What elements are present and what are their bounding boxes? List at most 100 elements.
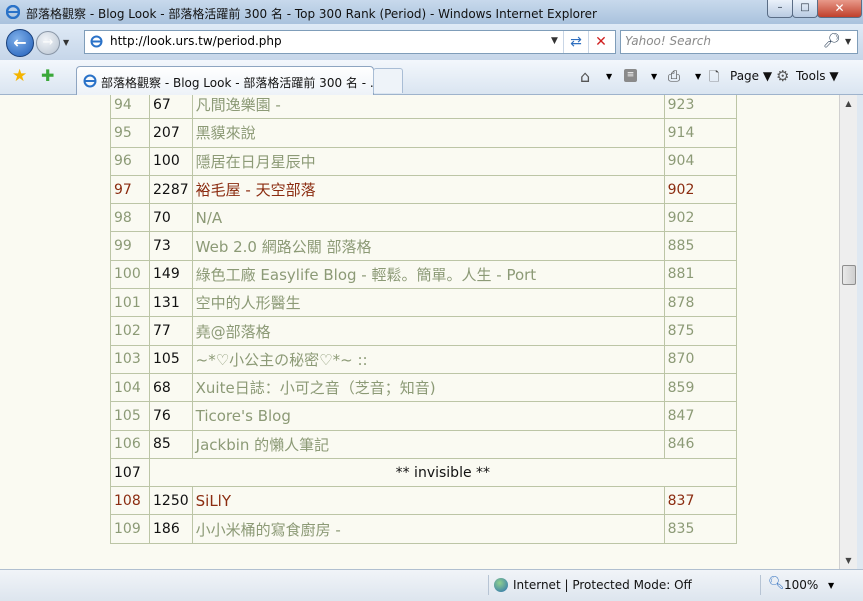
rank-cell: 96 (110, 146, 150, 176)
score-cell: 875 (663, 316, 737, 346)
rank-cell: 107 (110, 457, 150, 488)
blog-name-link[interactable]: 隱居在日月星辰中 (191, 146, 665, 176)
favorites-star-icon[interactable]: ★ (12, 66, 27, 86)
score-cell: 859 (663, 372, 737, 403)
url-text[interactable]: http://look.urs.tw/period.php (110, 34, 282, 48)
blog-name-link[interactable]: 裕毛屋 - 天空部落 (191, 174, 665, 205)
blog-name-link[interactable]: Ticore's Blog (191, 401, 665, 431)
blog-name-link[interactable]: 空中的人形醫生 (191, 288, 665, 318)
home-dropdown-icon[interactable]: ▼ (606, 72, 612, 81)
ie-logo-icon (6, 5, 20, 19)
spacer-cell (736, 430, 744, 459)
spacer-cell (736, 514, 744, 544)
spacer-cell (736, 458, 744, 487)
table-row: 97 2287 裕毛屋 - 天空部落 902 (110, 174, 744, 205)
rank-cell: 108 (110, 486, 150, 516)
home-icon[interactable]: ⌂ (580, 67, 590, 86)
table-row: 100 149 綠色工廠 Easylife Blog - 輕鬆。簡單。人生 - Po… (110, 259, 744, 290)
search-icon[interactable]: 🔎︎ (823, 33, 841, 49)
spacer-cell (736, 118, 744, 148)
address-bar[interactable]: http://look.urs.tw/period.php ▼ ⇄ ✕ (84, 30, 616, 54)
previous-rank-cell: 70 (149, 203, 193, 233)
minimize-button[interactable]: – (767, 0, 793, 18)
table-row: 98 70 N/A 902 (110, 203, 744, 233)
blog-name-link[interactable]: SiLlY (191, 486, 665, 516)
blog-name-link[interactable]: N/A (191, 203, 665, 233)
previous-rank-cell: 100 (149, 146, 193, 176)
scroll-thumb[interactable] (842, 265, 856, 285)
maximize-button[interactable]: □ (792, 0, 818, 18)
table-row: 107 ** invisible ** (110, 457, 744, 488)
forward-button[interactable]: → (36, 31, 60, 55)
blog-name-link[interactable]: Web 2.0 網路公關 部落格 (191, 231, 665, 261)
blog-name-link[interactable]: ~*♡小公主の秘密♡*~ :: (191, 344, 665, 374)
recent-pages-dropdown-icon[interactable]: ▼ (63, 38, 69, 47)
address-dropdown-icon[interactable]: ▼ (551, 36, 558, 46)
search-input[interactable] (625, 33, 820, 49)
table-row: 103 105 ~*♡小公主の秘密♡*~ :: 870 (110, 344, 744, 374)
score-cell: 902 (663, 174, 737, 205)
table-row: 108 1250 SiLlY 837 (110, 486, 744, 516)
spacer-cell (736, 373, 744, 402)
close-button[interactable]: ✕ (817, 0, 862, 18)
score-cell: 837 (663, 486, 737, 516)
zoom-level[interactable]: 100% (784, 578, 818, 592)
feeds-icon[interactable]: ≡ (624, 69, 637, 82)
spacer-cell (736, 316, 744, 346)
tools-menu-label: Tools (796, 69, 826, 83)
rank-cell: 102 (110, 316, 150, 346)
previous-rank-cell: 1250 (149, 486, 193, 516)
tab-bar: ★ ✚ 部落格觀察 - Blog Look - 部落格活躍前 300 名 - .… (0, 60, 863, 95)
blog-name-link[interactable]: 綠色工廠 Easylife Blog - 輕鬆。簡單。人生 - Port (191, 259, 665, 290)
new-tab-button[interactable] (373, 68, 403, 93)
print-dropdown-icon[interactable]: ▼ (695, 72, 701, 81)
page-content: 94 67 凡間逸樂園 -923 95 207 黑貘來說 914 96 100 隱居在日月星辰中 9… (0, 95, 839, 569)
table-row: 106 85 Jackbin 的懶人筆記 846 (110, 429, 744, 459)
status-divider (488, 575, 489, 595)
blog-name-link[interactable]: 凡間逸樂園 - (191, 95, 665, 120)
previous-rank-cell: 77 (149, 316, 193, 346)
blog-name-link[interactable]: Jackbin 的懶人筆記 (191, 429, 665, 459)
table-row: 102 77 堯@部落格 875 (110, 316, 744, 346)
rank-cell: 104 (110, 372, 150, 403)
print-icon[interactable]: ⎙ (668, 67, 680, 85)
gear-icon: ⚙ (776, 67, 790, 85)
previous-rank-cell: 105 (149, 344, 193, 374)
blog-name-link[interactable]: 黑貘來說 (191, 118, 665, 148)
add-favorites-icon[interactable]: ✚ (41, 66, 54, 85)
score-cell: 914 (663, 118, 737, 148)
score-cell: 902 (663, 203, 737, 233)
blog-name-link[interactable]: 小小米桶的寫食廚房 - (191, 514, 665, 544)
search-box[interactable]: 🔎︎ ▼ (620, 30, 858, 54)
previous-rank-cell: 207 (149, 118, 193, 148)
score-cell: 835 (663, 514, 737, 544)
back-button[interactable]: ← (6, 29, 34, 57)
zoom-icon[interactable]: 🔍︎ (768, 576, 785, 591)
score-cell: 847 (663, 401, 737, 431)
title-bar: 部落格觀察 - Blog Look - 部落格活躍前 300 名 - Top 3… (0, 0, 863, 24)
feeds-dropdown-icon[interactable]: ▼ (651, 72, 657, 81)
stop-icon[interactable]: ✕ (588, 31, 613, 53)
tab-active[interactable]: 部落格觀察 - Blog Look - 部落格活躍前 300 名 - ... (76, 66, 381, 95)
previous-rank-cell: 186 (149, 514, 193, 544)
score-cell: 885 (663, 231, 737, 261)
refresh-icon[interactable]: ⇄ (563, 31, 588, 53)
zoom-dropdown-icon[interactable]: ▼ (828, 581, 834, 590)
scroll-down-icon[interactable]: ▼ (840, 552, 857, 569)
score-cell: 904 (663, 146, 737, 176)
vertical-scrollbar[interactable]: ▲ ▼ (839, 95, 857, 569)
table-row: 101 131 空中的人形醫生 878 (110, 288, 744, 318)
security-zone-text[interactable]: Internet | Protected Mode: Off (513, 578, 692, 592)
previous-rank-cell: 2287 (149, 174, 193, 205)
blog-name-link[interactable]: 堯@部落格 (191, 316, 665, 346)
rank-cell: 98 (110, 203, 150, 233)
navigation-bar: ← → ▼ http://look.urs.tw/period.php ▼ ⇄ … (0, 24, 863, 60)
internet-globe-icon (494, 578, 508, 592)
scroll-up-icon[interactable]: ▲ (840, 95, 857, 112)
table-row: 94 67 凡間逸樂園 -923 (110, 95, 744, 120)
tools-menu[interactable]: Tools ▼ (796, 69, 839, 83)
search-options-dropdown-icon[interactable]: ▼ (845, 37, 851, 46)
invisible-cell: ** invisible ** (149, 457, 737, 488)
page-menu[interactable]: Page ▼ (730, 69, 772, 83)
blog-name-link[interactable]: Xuite日誌：小可之音（芝音；知音) (191, 372, 665, 403)
